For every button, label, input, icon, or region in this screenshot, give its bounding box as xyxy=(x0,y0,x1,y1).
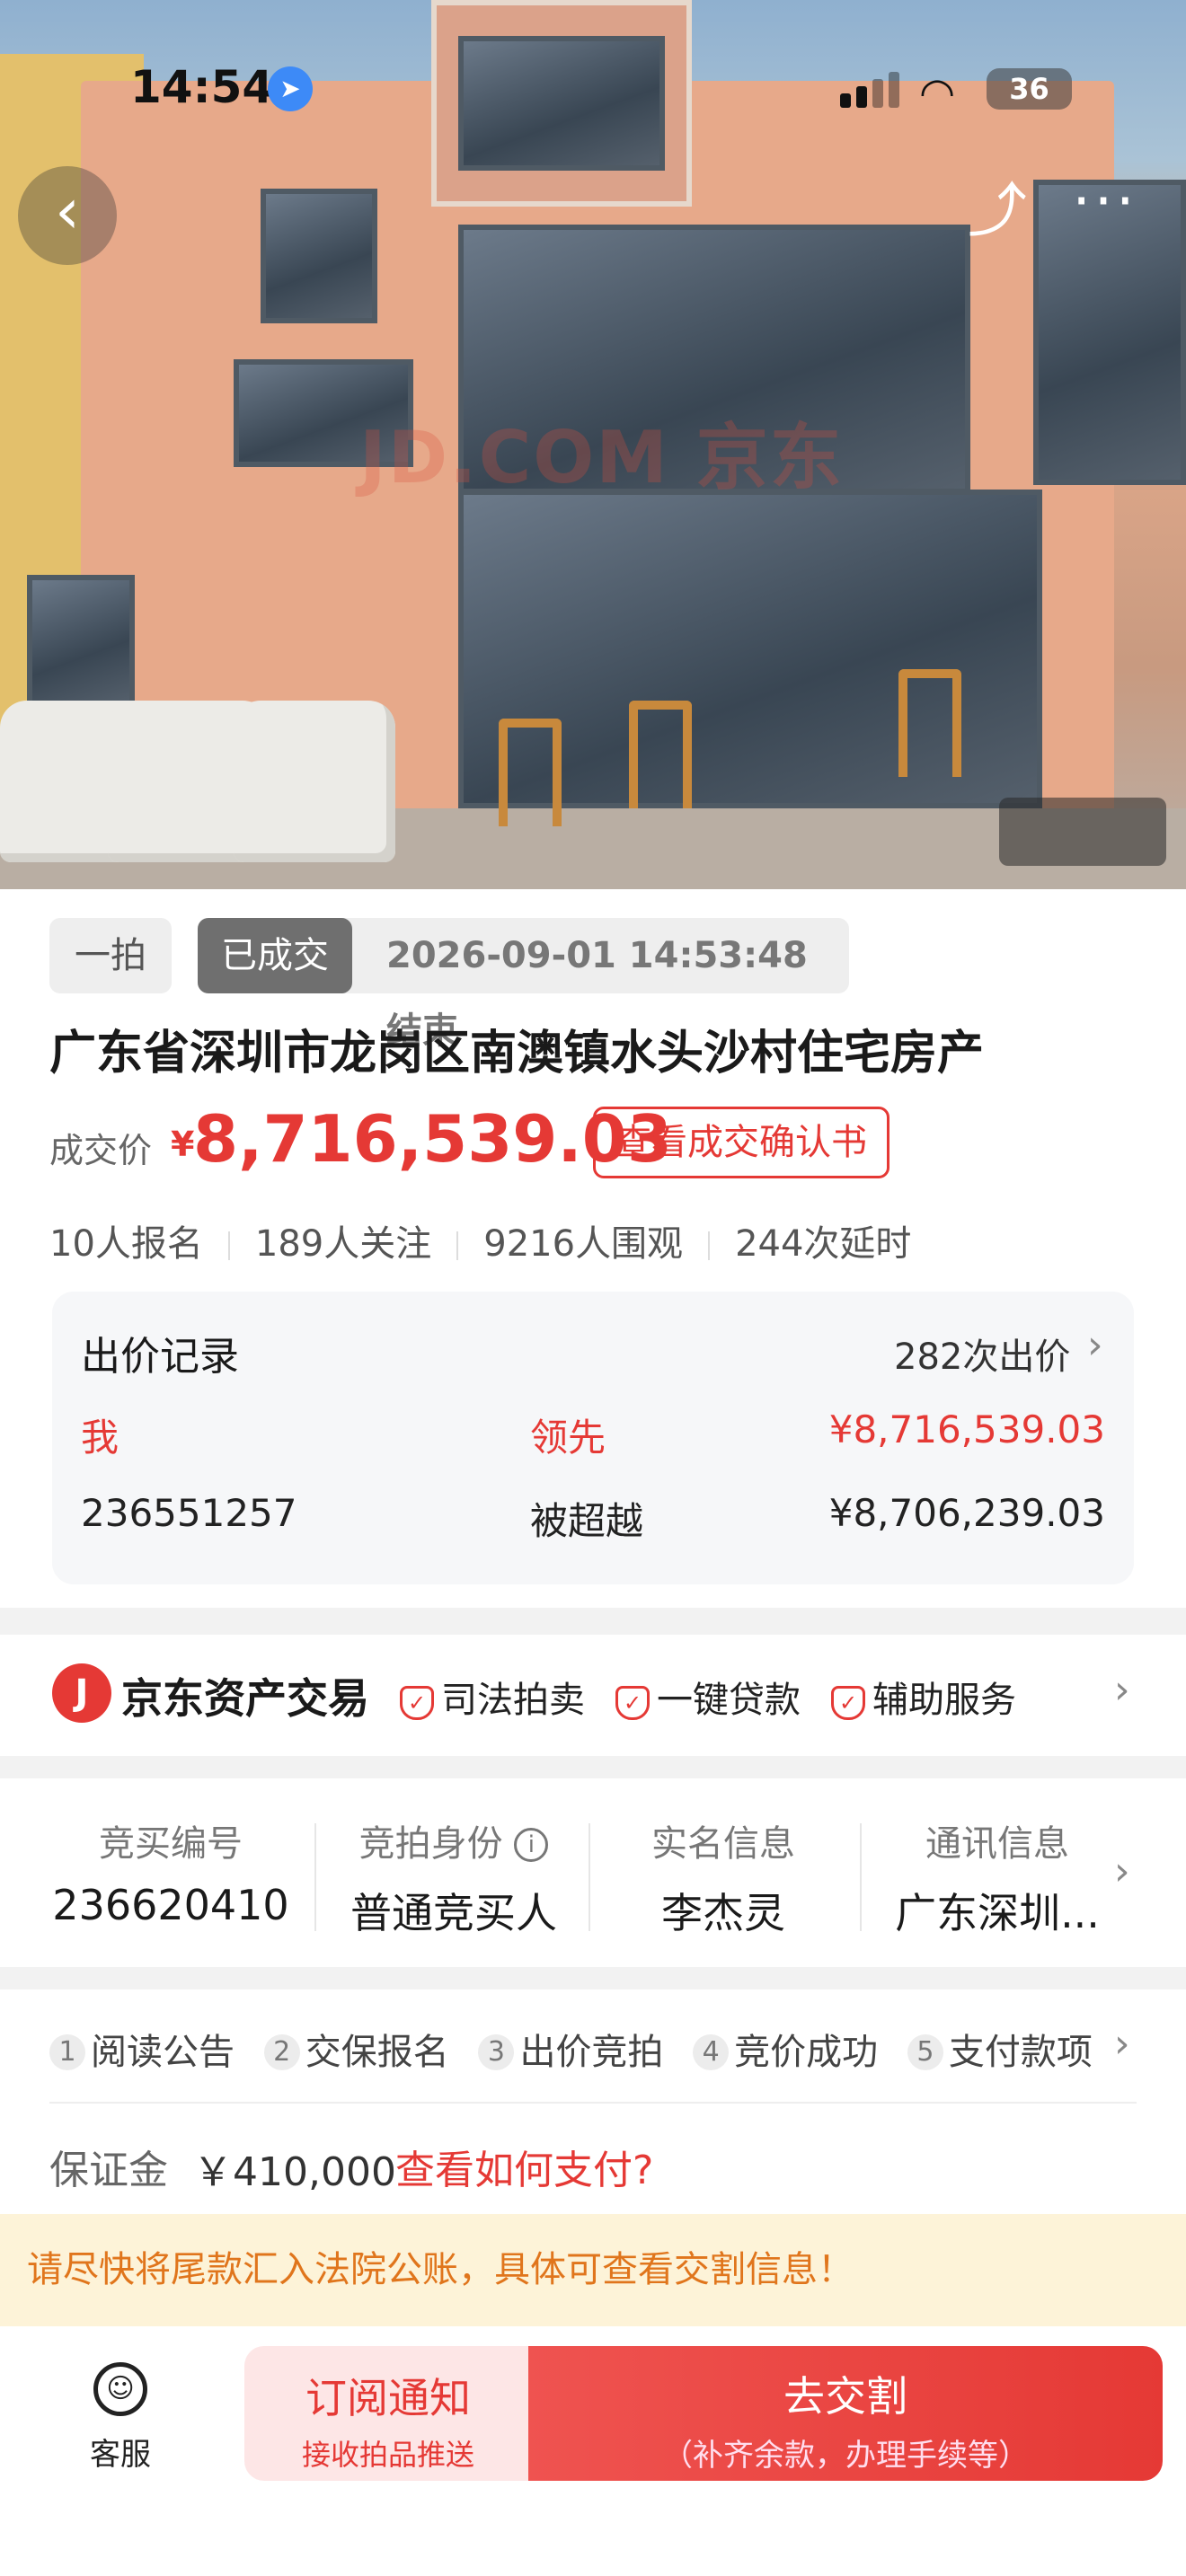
service-assist: ✓ 辅助服务 xyxy=(831,1671,1016,1723)
auction-detail-page: JD.COM 京东 14:54 ➤ ◠ 36 ‹ ⤴ ··· 2026-09-0… xyxy=(0,0,1186,2576)
view-confirmation-button[interactable]: 查看成交确认书 xyxy=(593,1107,890,1178)
service-loan: ✓ 一键贷款 xyxy=(615,1671,801,1723)
bidder-id: 236551257 xyxy=(81,1491,297,1535)
chair xyxy=(898,669,961,777)
view-count: 9216人围观 xyxy=(483,1223,684,1265)
service-judicial-auction: ✓ 司法拍卖 xyxy=(400,1671,585,1723)
auction-steps[interactable]: 1 阅读公告 2 交保报名 3 出价竞拍 4 竞价成功 5 支付款项 xyxy=(49,2023,1101,2075)
chevron-right-icon[interactable]: › xyxy=(1087,1322,1103,1368)
image-watermark: JD.COM 京东 xyxy=(359,416,844,499)
step-label: 交保报名 xyxy=(305,2032,449,2073)
subscribe-notification-button[interactable]: 订阅通知 接收拍品推送 xyxy=(244,2346,532,2481)
sandbags xyxy=(0,674,404,862)
bid-count[interactable]: 282次出价 xyxy=(894,1328,1070,1380)
share-icon[interactable]: ⤴ xyxy=(952,166,1042,256)
divider xyxy=(49,2102,1137,2104)
shield-check-icon: ✓ xyxy=(615,1686,650,1720)
bidder-number: 竞买编号 236620410 xyxy=(52,1823,289,1929)
chevron-right-icon[interactable]: › xyxy=(1114,1848,1130,1894)
customer-service-icon[interactable]: ☺ xyxy=(93,2362,147,2416)
divider xyxy=(860,1823,862,1931)
round-tag: 一拍 xyxy=(49,918,172,993)
divider xyxy=(589,1823,590,1931)
jd-logo-icon: J xyxy=(52,1663,111,1723)
chair xyxy=(629,701,692,808)
chair xyxy=(499,719,562,826)
step-label: 阅读公告 xyxy=(91,2032,235,2073)
step-label: 支付款项 xyxy=(948,2032,1093,2073)
status-time: 14:54 xyxy=(130,61,274,113)
auction-stats: 10人报名 189人关注 9216人围观 244次延时 xyxy=(49,1214,911,1266)
divider xyxy=(314,1823,316,1931)
property-title: 广东省深圳市龙岗区南澳镇水头沙村住宅房产 xyxy=(49,1027,985,1081)
signup-count: 10人报名 xyxy=(49,1223,203,1265)
extension-count: 244次延时 xyxy=(735,1223,912,1265)
status-bar: 14:54 ➤ ◠ 36 xyxy=(0,0,1186,171)
bid-record-title: 出价记录 xyxy=(81,1334,239,1380)
follow-count: 189人关注 xyxy=(254,1223,432,1265)
bid-status: 被超越 xyxy=(530,1499,644,1543)
chevron-right-icon[interactable]: › xyxy=(1114,2021,1130,2067)
shield-check-icon: ✓ xyxy=(400,1686,434,1720)
bidder-identity: 竞拍身份 i 普通竞买人 xyxy=(350,1823,557,1937)
status-tag: 已成交 xyxy=(198,918,352,993)
cellular-signal-icon xyxy=(840,72,901,108)
bid-amount: ¥8,716,539.03 xyxy=(828,1407,1105,1451)
payment-notice-banner: 请尽快将尾款汇入法院公账，具体可查看交割信息！ xyxy=(0,2214,1186,2326)
step-label: 出价竞拍 xyxy=(519,2032,664,2073)
contact-info: 通讯信息 广东深圳... xyxy=(895,1823,1100,1937)
battery-icon: 36 xyxy=(987,68,1072,110)
bid-row: 我 领先 ¥8,716,539.03 xyxy=(81,1407,1105,1461)
shield-check-icon: ✓ xyxy=(831,1686,865,1720)
customer-service-label[interactable]: 客服 xyxy=(90,2430,151,2474)
bid-row: 236551257 被超越 ¥8,706,239.03 xyxy=(81,1491,1105,1545)
step-label: 竞价成功 xyxy=(734,2032,879,2073)
more-options-icon[interactable]: ··· xyxy=(1056,166,1155,256)
bid-status: 领先 xyxy=(530,1416,606,1460)
location-arrow-icon: ➤ xyxy=(268,66,313,111)
info-icon[interactable]: i xyxy=(514,1828,549,1862)
bidder-id: 我 xyxy=(81,1416,119,1460)
price-label: 成交价 xyxy=(49,1131,153,1170)
deposit-amount: ￥410,000 xyxy=(193,2149,396,2195)
wifi-icon: ◠ xyxy=(919,68,956,117)
back-button[interactable]: ‹ xyxy=(18,166,117,265)
chevron-right-icon[interactable]: › xyxy=(1114,1667,1130,1713)
platform-name: 京东资产交易 xyxy=(121,1674,369,1723)
image-counter-badge[interactable] xyxy=(999,798,1166,866)
bid-amount: ¥8,706,239.03 xyxy=(828,1491,1105,1535)
price-currency: ¥ xyxy=(171,1125,195,1164)
how-to-pay-link[interactable]: 查看如何支付? xyxy=(395,2138,653,2195)
real-name-info: 实名信息 李杰灵 xyxy=(651,1823,795,1937)
go-settle-button[interactable]: 去交割 （补齐余款，办理手续等） xyxy=(528,2346,1163,2481)
deposit-label: 保证金 xyxy=(49,2148,168,2193)
